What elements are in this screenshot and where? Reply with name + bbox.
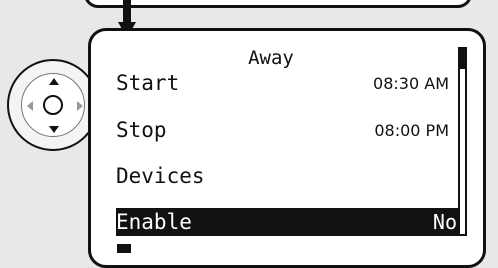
arrow-up-icon[interactable] [49, 78, 59, 85]
scrollbar-thumb[interactable] [460, 49, 465, 69]
menu-item-label: Devices [116, 164, 205, 188]
menu-item-enable-selected[interactable]: Enable No [116, 208, 463, 236]
menu-item-value: 08:30 AM [373, 73, 449, 93]
menu-item-value: 08:00 PM [374, 120, 449, 140]
lcd-screen: Away Start 08:30 AM Stop 08:00 PM Device… [88, 28, 486, 268]
text-cursor [117, 244, 131, 253]
navigation-dial[interactable] [7, 59, 99, 151]
arrow-down-icon[interactable] [49, 126, 59, 133]
menu-item-label: Enable [116, 210, 192, 234]
arrow-left-icon[interactable] [27, 101, 33, 111]
menu-item-stop[interactable]: Stop 08:00 PM [116, 116, 463, 144]
select-button[interactable] [43, 95, 63, 115]
menu-item-start[interactable]: Start 08:30 AM [116, 69, 463, 97]
arrow-right-icon[interactable] [77, 101, 83, 111]
previous-screen-frame [84, 0, 472, 8]
menu-item-devices[interactable]: Devices [116, 162, 463, 190]
menu-item-label: Start [116, 71, 180, 95]
screen-title: Away [248, 47, 294, 69]
menu-item-label: Stop [116, 118, 167, 142]
scrollbar[interactable] [458, 47, 467, 236]
